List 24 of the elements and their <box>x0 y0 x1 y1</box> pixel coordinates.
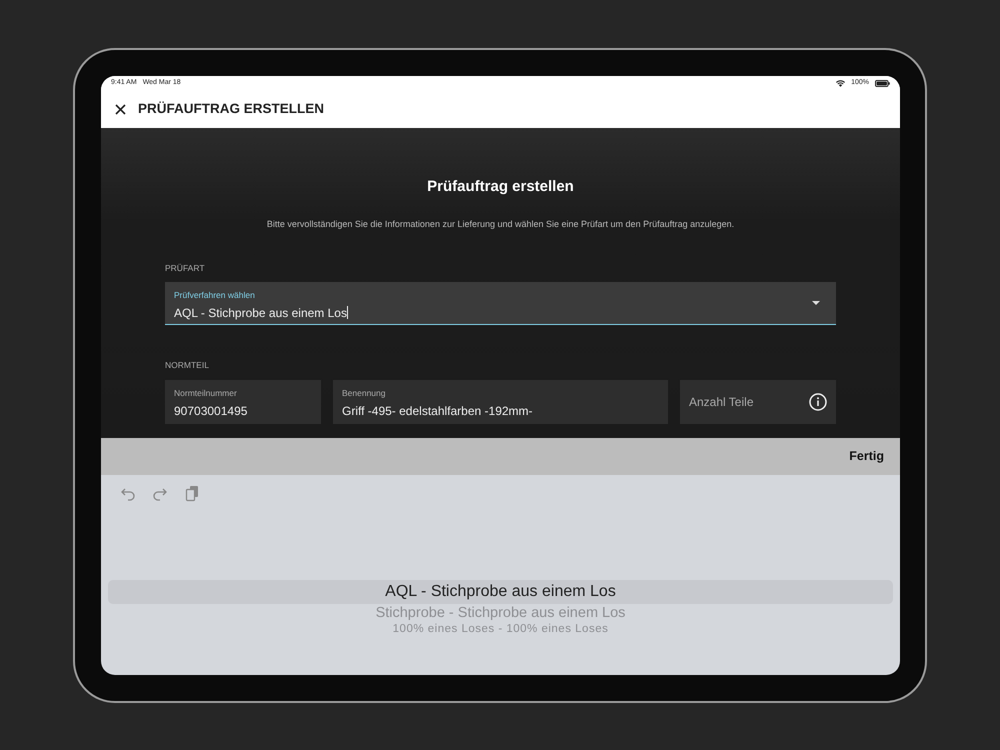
done-button[interactable]: Fertig <box>849 446 884 466</box>
app-bar-title: PRÜFAUFTRAG ERSTELLEN <box>138 100 324 118</box>
close-button[interactable] <box>115 104 126 114</box>
select-field[interactable]: Prüfverfahren wählen AQL - Stichprobe aus einem Los <box>165 282 836 326</box>
wifi-icon <box>836 80 846 86</box>
field-label: Prüfverfahren wählen <box>174 289 256 302</box>
battery-icon <box>875 80 890 86</box>
text-cursor <box>346 306 348 319</box>
field-label: Normteilnummer <box>174 387 238 400</box>
field-label: Benennung <box>342 387 386 400</box>
input-field[interactable]: Normteilnummer 90703001495 <box>165 380 321 424</box>
form-description: Bitte vervollständigen Sie die Informationen zur Lieferung und wählen Sie eine Prüfart um den Prüfauftrag anzulegen. <box>266 218 736 231</box>
section-label: NORMTEIL <box>165 359 210 372</box>
input-field[interactable]: Anzahl Teile <box>680 380 836 424</box>
field-value: Griff -495- edelstahlfarben -192mm- <box>342 402 534 420</box>
field-value: AQL - Stichprobe aus einem Los <box>174 305 349 322</box>
picker-option[interactable]: AQL - Stichprobe aus einem Los <box>108 580 893 604</box>
section-label: PRÜFART <box>165 262 206 274</box>
input-field[interactable]: Benennung Griff -495- edelstahlfarben -192mm- <box>333 380 668 424</box>
form-heading: Prüfauftrag erstellen <box>426 176 575 196</box>
clipboard-icon[interactable] <box>184 484 200 502</box>
info-icon <box>809 392 827 410</box>
field-value: 90703001495 <box>174 402 248 420</box>
dropdown-caret-icon <box>812 301 820 306</box>
